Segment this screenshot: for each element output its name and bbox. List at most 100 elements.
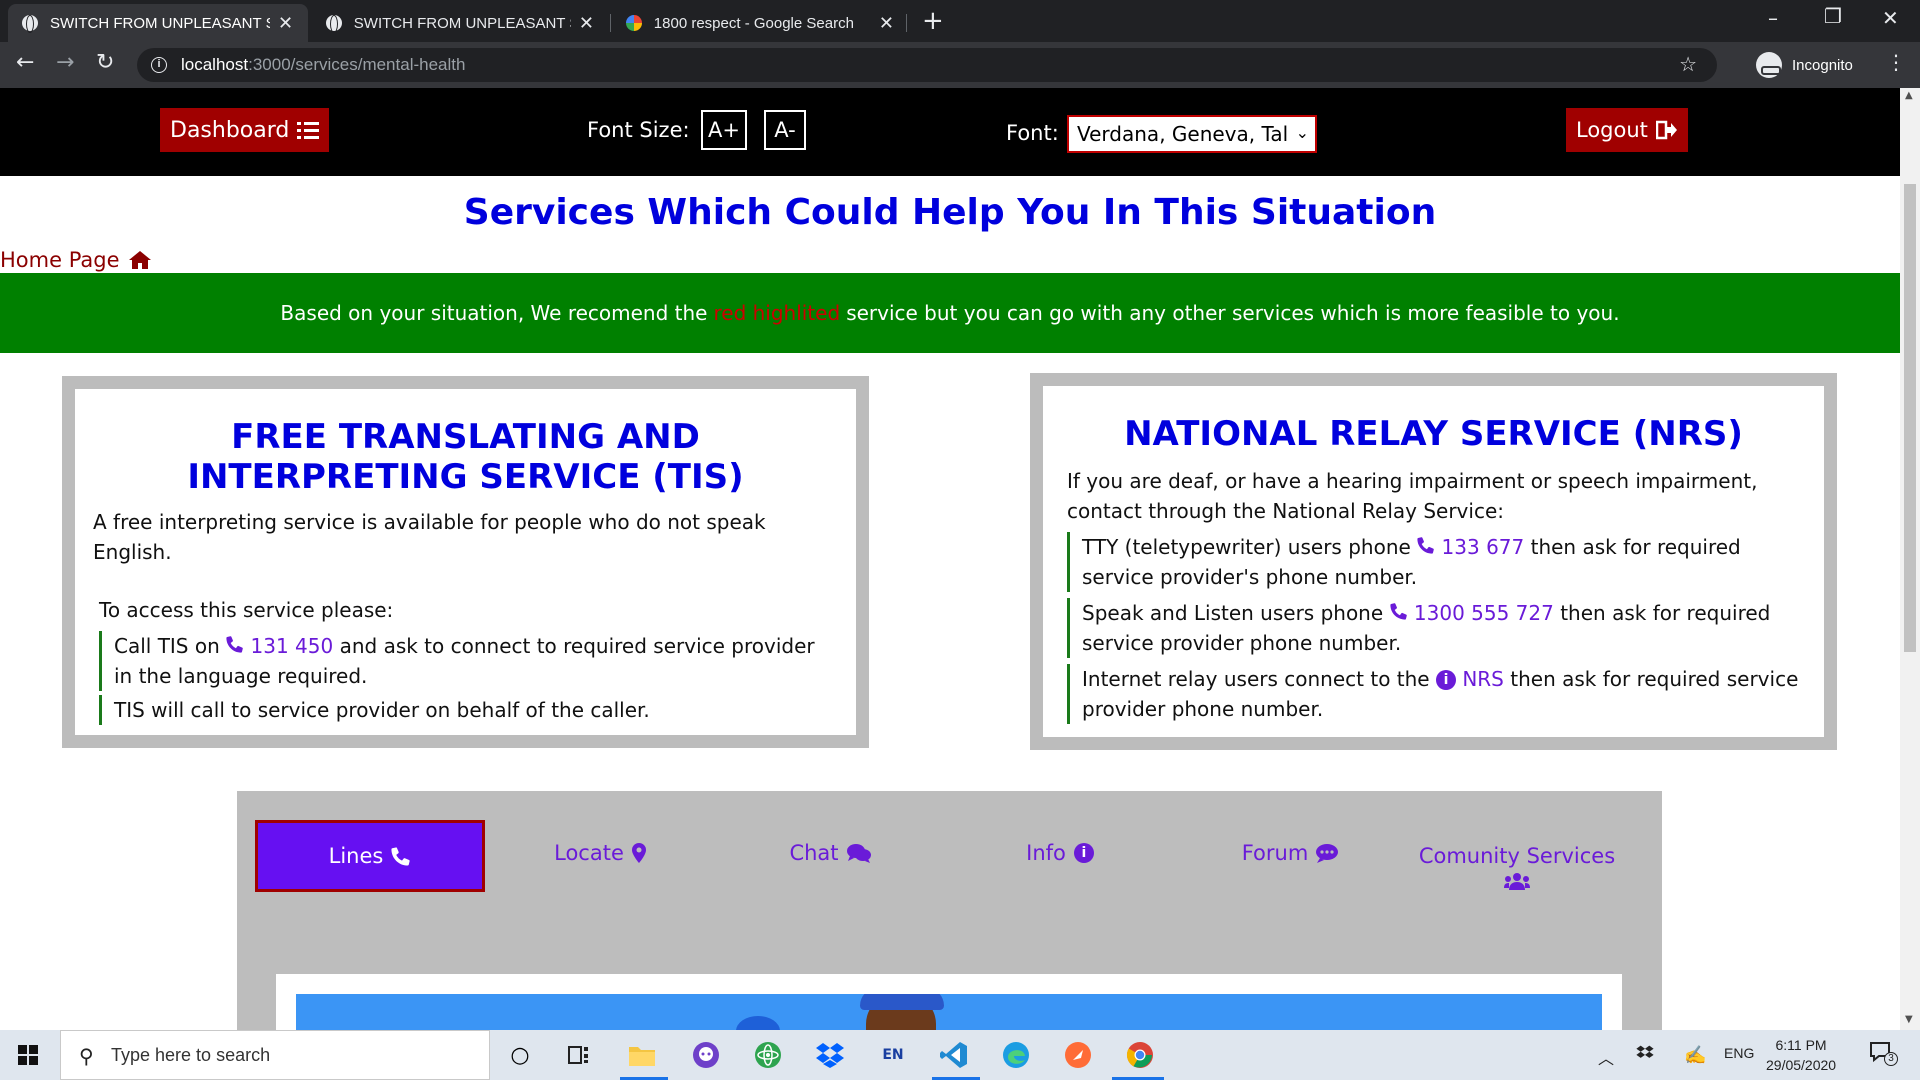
forward-arrow-icon[interactable]: → [56,50,74,75]
tis-card-body: FREE TRANSLATING AND INTERPRETING SERVIC… [75,389,856,735]
site-info-icon[interactable]: i [151,57,167,73]
nrs-link-label: NRS [1462,667,1504,691]
decrease-font-button[interactable]: A- [764,110,806,150]
nrs-description: If you are deaf, or have a hearing impai… [1067,469,1758,523]
windows-start-icon[interactable] [18,1045,38,1065]
tab-lines-label: Lines [328,844,384,868]
nrs-speak-phone-number: 1300 555 727 [1413,601,1554,625]
restore-icon[interactable]: ❐ [1824,4,1842,28]
tray-chevron-up-icon[interactable]: ︿ [1598,1045,1614,1069]
comment-dots-icon [1316,844,1339,863]
minimize-icon[interactable]: – [1768,6,1778,30]
scroll-down-arrow-icon[interactable]: ▼ [1905,1014,1913,1025]
tab-strip: SWITCH FROM UNPLEASANT SC ✕ SWITCH FROM … [0,0,1920,42]
tab-chat[interactable]: Chat [735,817,925,889]
clock-time: 6:11 PM [1775,1037,1827,1053]
tis-phone-link[interactable]: 131 450 [226,634,333,658]
users-icon [1504,873,1530,890]
google-icon [626,15,642,31]
tis-bullet-call-text: Call TIS on [114,634,220,658]
notification-count: 3 [1884,1052,1898,1066]
tasks-list-icon [297,122,320,139]
close-tab-icon[interactable]: ✕ [278,13,293,34]
tab-chat-label: Chat [789,841,839,865]
lines-illustration [296,994,1602,1030]
tis-title-line-2: INTERPRETING SERVICE (TIS) [187,457,744,497]
chrome-icon[interactable] [1124,1039,1156,1071]
home-icon [128,251,151,269]
tab-lines[interactable]: Lines [255,820,485,892]
tab-forum-label: Forum [1241,841,1309,865]
home-page-label: Home Page [0,248,120,272]
phone-icon [1417,537,1434,554]
browser-tab-1[interactable]: SWITCH FROM UNPLEASANT SC ✕ [8,4,308,42]
home-page-link[interactable]: Home Page [0,248,152,272]
taskbar-search-input[interactable]: ⚲ Type here to search [60,1030,490,1080]
scrollbar-thumb[interactable] [1904,184,1916,652]
pen-icon[interactable]: ✍ [1684,1045,1706,1066]
close-tab-icon[interactable]: ✕ [579,13,594,34]
scroll-up-arrow-icon[interactable]: ▲ [1905,90,1913,101]
tab-forum[interactable]: Forum [1195,817,1385,889]
tis-description: A free interpreting service is available… [93,510,766,564]
comments-icon [846,844,871,863]
tab-locate-label: Locate [554,841,624,865]
dropbox-icon[interactable] [814,1039,846,1071]
app-header: Dashboard Font Size: A+ A- Font: Verdana… [0,88,1900,176]
nrs-website-link[interactable]: i NRS [1435,667,1504,691]
window-close-icon[interactable]: ✕ [1882,6,1899,30]
tis-bullet-callback: TIS will call to service provider on beh… [99,695,839,725]
cortana-icon[interactable]: ○ [504,1039,536,1071]
tab-locate[interactable]: Locate [505,817,695,889]
banner-highlight: red highlited [713,301,841,325]
postman-icon[interactable] [1062,1039,1094,1071]
font-family-select[interactable]: Verdana, Geneva, Tal ⌄ [1067,115,1317,153]
language-en-icon[interactable]: EN [876,1039,910,1071]
tray-dropbox-icon[interactable] [1636,1045,1654,1064]
tis-bullet-call-text-post: and ask to connect to required service p… [114,634,815,688]
tab-info[interactable]: Info i [965,817,1155,889]
tab-community-label: Comunity Services [1418,844,1616,868]
new-tab-icon[interactable]: + [922,6,944,36]
browser-tab-3[interactable]: 1800 respect - Google Search ✕ [612,4,908,42]
tis-card: FREE TRANSLATING AND INTERPRETING SERVIC… [62,376,869,748]
info-circle-icon: i [1435,670,1456,690]
back-arrow-icon[interactable]: ← [16,50,34,75]
sign-out-icon [1655,120,1677,140]
nrs-speak-phone-link[interactable]: 1300 555 727 [1389,601,1554,625]
tab-divider [906,14,907,32]
page-scrollbar[interactable]: ▲ ▼ [1900,88,1920,1030]
address-bar[interactable]: i localhost:3000/services/mental-health … [137,48,1717,82]
edge-icon[interactable] [1000,1039,1032,1071]
taskbar-clock[interactable]: 6:11 PM 29/05/2020 [1766,1035,1836,1075]
browser-tab-2[interactable]: SWITCH FROM UNPLEASANT SC ✕ [312,4,608,42]
close-tab-icon[interactable]: ✕ [879,13,894,34]
vscode-icon[interactable] [938,1039,970,1071]
reload-icon[interactable]: ↻ [96,50,114,75]
incognito-indicator[interactable]: Incognito [1756,48,1853,82]
nrs-card-body: NATIONAL RELAY SERVICE (NRS) If you are … [1043,386,1824,737]
browser-chrome: SWITCH FROM UNPLEASANT SC ✕ SWITCH FROM … [0,0,1920,88]
atom-icon[interactable] [752,1039,784,1071]
nrs-bullet-tty-text: TTY (teletypewriter) users phone [1082,535,1411,559]
file-explorer-icon[interactable] [626,1039,658,1071]
tab-community-services[interactable]: Comunity Services [1402,827,1632,907]
notification-center-icon[interactable]: 3 [1870,1042,1898,1067]
phone-icon [391,847,411,866]
github-desktop-icon[interactable] [690,1039,722,1071]
dashboard-button[interactable]: Dashboard [160,108,330,152]
web-page: Dashboard Font Size: A+ A- Font: Verdana… [0,88,1900,1030]
bookmark-star-icon[interactable]: ☆ [1679,52,1697,77]
font-label: Font: [1006,121,1059,145]
increase-font-button[interactable]: A+ [701,110,747,150]
browser-menu-icon[interactable]: ⋮ [1886,50,1906,74]
task-view-icon[interactable] [563,1039,595,1071]
taskbar-search-placeholder: Type here to search [111,1044,271,1065]
nrs-tty-phone-link[interactable]: 133 677 [1417,535,1524,559]
map-marker-icon [631,843,646,863]
windows-taskbar: ⚲ Type here to search ○ EN ︿ ✍ ENG 6:11 … [0,1030,1920,1080]
tab-title: SWITCH FROM UNPLEASANT SC [50,14,270,32]
logout-button[interactable]: Logout [1566,108,1688,152]
tab-title: SWITCH FROM UNPLEASANT SC [353,14,571,32]
language-indicator[interactable]: ENG [1724,1045,1754,1061]
